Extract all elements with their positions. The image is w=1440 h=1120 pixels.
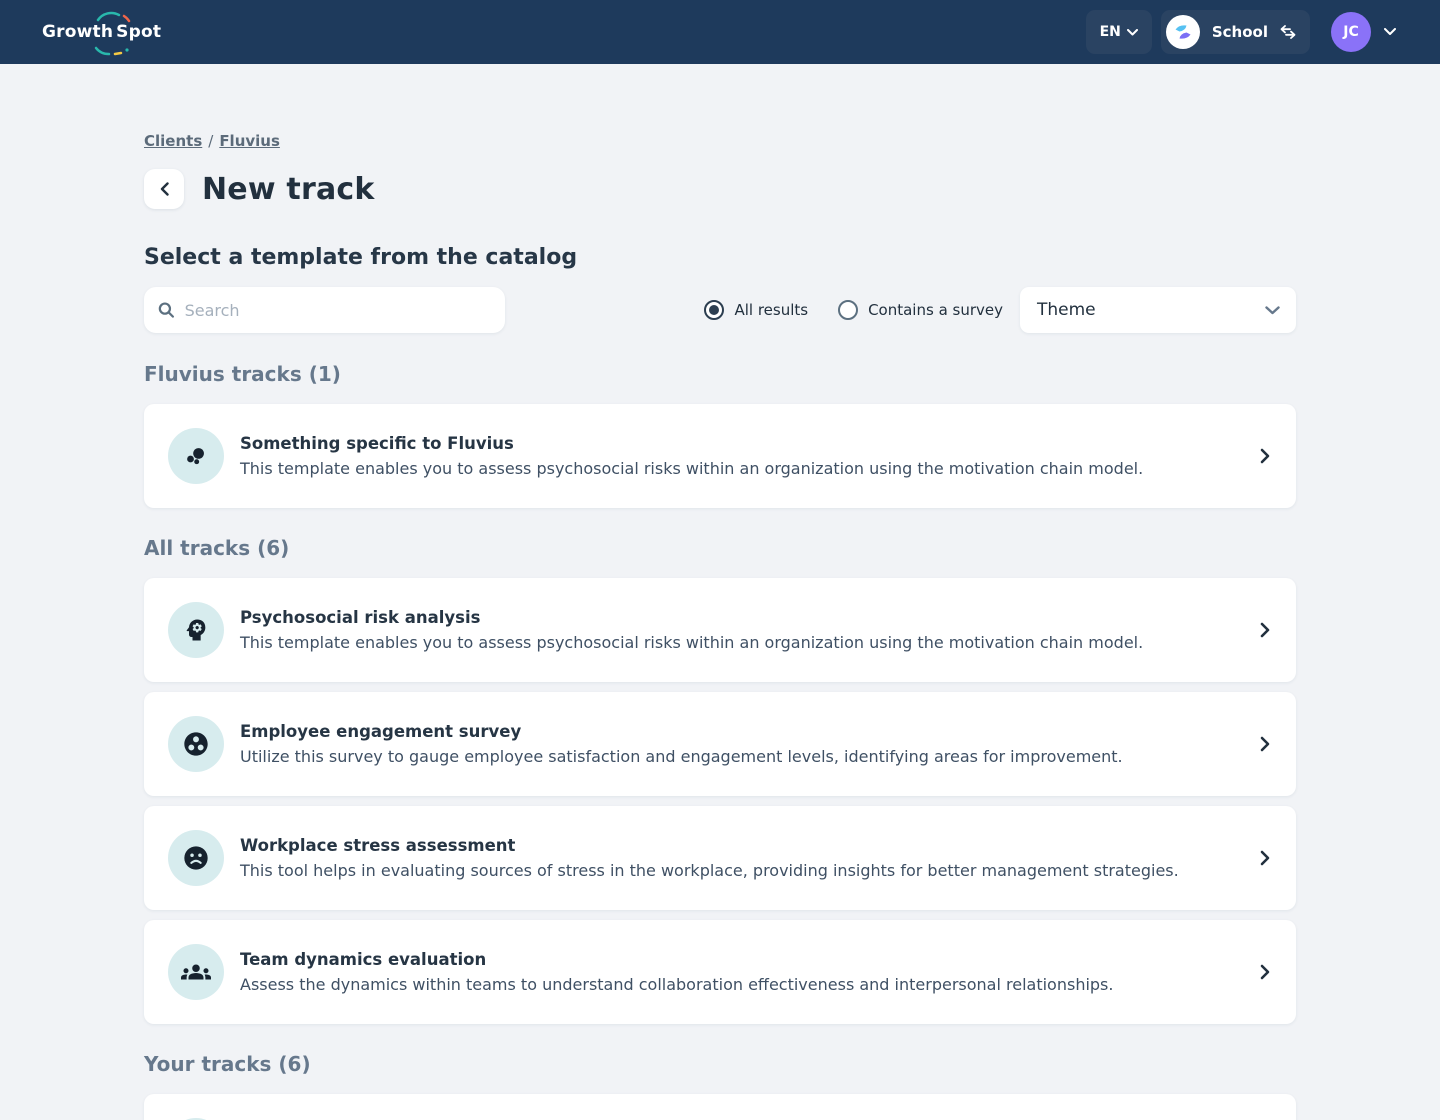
card-title: Something specific to Fluvius bbox=[240, 434, 1244, 453]
page-header: New track bbox=[144, 169, 1296, 209]
chevron-left-icon bbox=[160, 182, 169, 196]
results-filter-radio-group: All results Contains a survey bbox=[674, 300, 1003, 320]
card-description: This template enables you to assess psyc… bbox=[240, 633, 1244, 652]
language-selector-button[interactable]: EN bbox=[1086, 10, 1152, 54]
psychology-icon bbox=[168, 602, 224, 658]
user-menu[interactable]: JC bbox=[1331, 12, 1396, 52]
chevron-right-icon bbox=[1260, 448, 1270, 464]
workspace-label: School bbox=[1212, 23, 1268, 41]
card-texts: Team dynamics evaluation Assess the dyna… bbox=[240, 950, 1244, 994]
chevron-down-icon bbox=[1127, 29, 1138, 36]
template-card-team-dynamics[interactable]: Team dynamics evaluation Assess the dyna… bbox=[144, 920, 1296, 1024]
search-icon bbox=[158, 301, 175, 319]
card-texts: Something specific to Fluvius This templ… bbox=[240, 434, 1244, 478]
chevron-right-icon bbox=[1260, 964, 1270, 980]
workspace-switcher-button[interactable]: School bbox=[1161, 10, 1310, 54]
radio-all-results[interactable]: All results bbox=[704, 300, 808, 320]
main-content: Clients / Fluvius New track Select a templ… bbox=[0, 64, 1440, 1120]
workspace-logo bbox=[1166, 15, 1200, 49]
breadcrumb-link-clients[interactable]: Clients bbox=[144, 132, 202, 150]
filter-row: All results Contains a survey Theme bbox=[144, 287, 1296, 333]
group-work-icon bbox=[168, 716, 224, 772]
card-title: Team dynamics evaluation bbox=[240, 950, 1244, 969]
card-texts: Psychosocial risk analysis This template… bbox=[240, 608, 1244, 652]
catalog-heading: Select a template from the catalog bbox=[144, 245, 1296, 270]
language-label: EN bbox=[1100, 24, 1121, 40]
chevron-right-icon bbox=[1260, 736, 1270, 752]
card-title: Workplace stress assessment bbox=[240, 836, 1244, 855]
card-title: Psychosocial risk analysis bbox=[240, 608, 1244, 627]
template-card-your-psychosocial-risk[interactable]: Psychosocial risk analysis bbox=[144, 1094, 1296, 1120]
search-input[interactable] bbox=[185, 301, 491, 320]
theme-select-dropdown[interactable]: Theme bbox=[1020, 287, 1296, 333]
chevron-down-icon bbox=[1384, 28, 1396, 36]
template-card-something-specific[interactable]: Something specific to Fluvius This templ… bbox=[144, 404, 1296, 508]
card-description: Assess the dynamics within teams to unde… bbox=[240, 975, 1244, 994]
card-description: Utilize this survey to gauge employee sa… bbox=[240, 747, 1244, 766]
card-description: This tool helps in evaluating sources of… bbox=[240, 861, 1244, 880]
theme-select-value: Theme bbox=[1037, 300, 1096, 320]
sad-face-icon bbox=[168, 830, 224, 886]
workspace-logo-icon bbox=[1173, 22, 1193, 42]
logo-growth: Growth bbox=[42, 22, 113, 42]
card-description: This template enables you to assess psyc… bbox=[240, 459, 1244, 478]
section-heading-your-tracks: Your tracks (6) bbox=[144, 1052, 1296, 1076]
header-actions: EN School JC bbox=[1086, 10, 1396, 54]
card-texts: Workplace stress assessment This tool he… bbox=[240, 836, 1244, 880]
section-heading-all-tracks: All tracks (6) bbox=[144, 536, 1296, 560]
logo-spot: Spot bbox=[116, 22, 161, 42]
breadcrumb: Clients / Fluvius bbox=[144, 132, 1296, 150]
radio-selected-icon bbox=[704, 300, 724, 320]
chevron-down-icon bbox=[1265, 306, 1280, 315]
top-navigation-bar: GrowthSpot EN School JC bbox=[0, 0, 1440, 64]
radio-unselected-icon bbox=[838, 300, 858, 320]
page-title: New track bbox=[202, 172, 375, 207]
template-card-psychosocial-risk[interactable]: Psychosocial risk analysis This template… bbox=[144, 578, 1296, 682]
groups-icon bbox=[168, 944, 224, 1000]
chevron-right-icon bbox=[1260, 850, 1270, 866]
search-box bbox=[144, 287, 505, 333]
template-card-workplace-stress[interactable]: Workplace stress assessment This tool he… bbox=[144, 806, 1296, 910]
user-avatar[interactable]: JC bbox=[1331, 12, 1371, 52]
swap-arrows-icon bbox=[1280, 25, 1296, 39]
card-title: Employee engagement survey bbox=[240, 722, 1244, 741]
cluster-icon bbox=[168, 428, 224, 484]
back-button[interactable] bbox=[144, 169, 184, 209]
radio-contains-survey[interactable]: Contains a survey bbox=[838, 300, 1003, 320]
card-texts: Employee engagement survey Utilize this … bbox=[240, 722, 1244, 766]
growthspot-logo[interactable]: GrowthSpot bbox=[42, 22, 161, 42]
chevron-right-icon bbox=[1260, 622, 1270, 638]
radio-all-results-label: All results bbox=[734, 301, 808, 319]
template-card-employee-engagement[interactable]: Employee engagement survey Utilize this … bbox=[144, 692, 1296, 796]
logo-wordmark: GrowthSpot bbox=[42, 22, 161, 42]
radio-contains-survey-label: Contains a survey bbox=[868, 301, 1003, 319]
breadcrumb-link-fluvius[interactable]: Fluvius bbox=[219, 132, 280, 150]
breadcrumb-separator: / bbox=[208, 132, 213, 150]
section-heading-fluvius-tracks: Fluvius tracks (1) bbox=[144, 362, 1296, 386]
